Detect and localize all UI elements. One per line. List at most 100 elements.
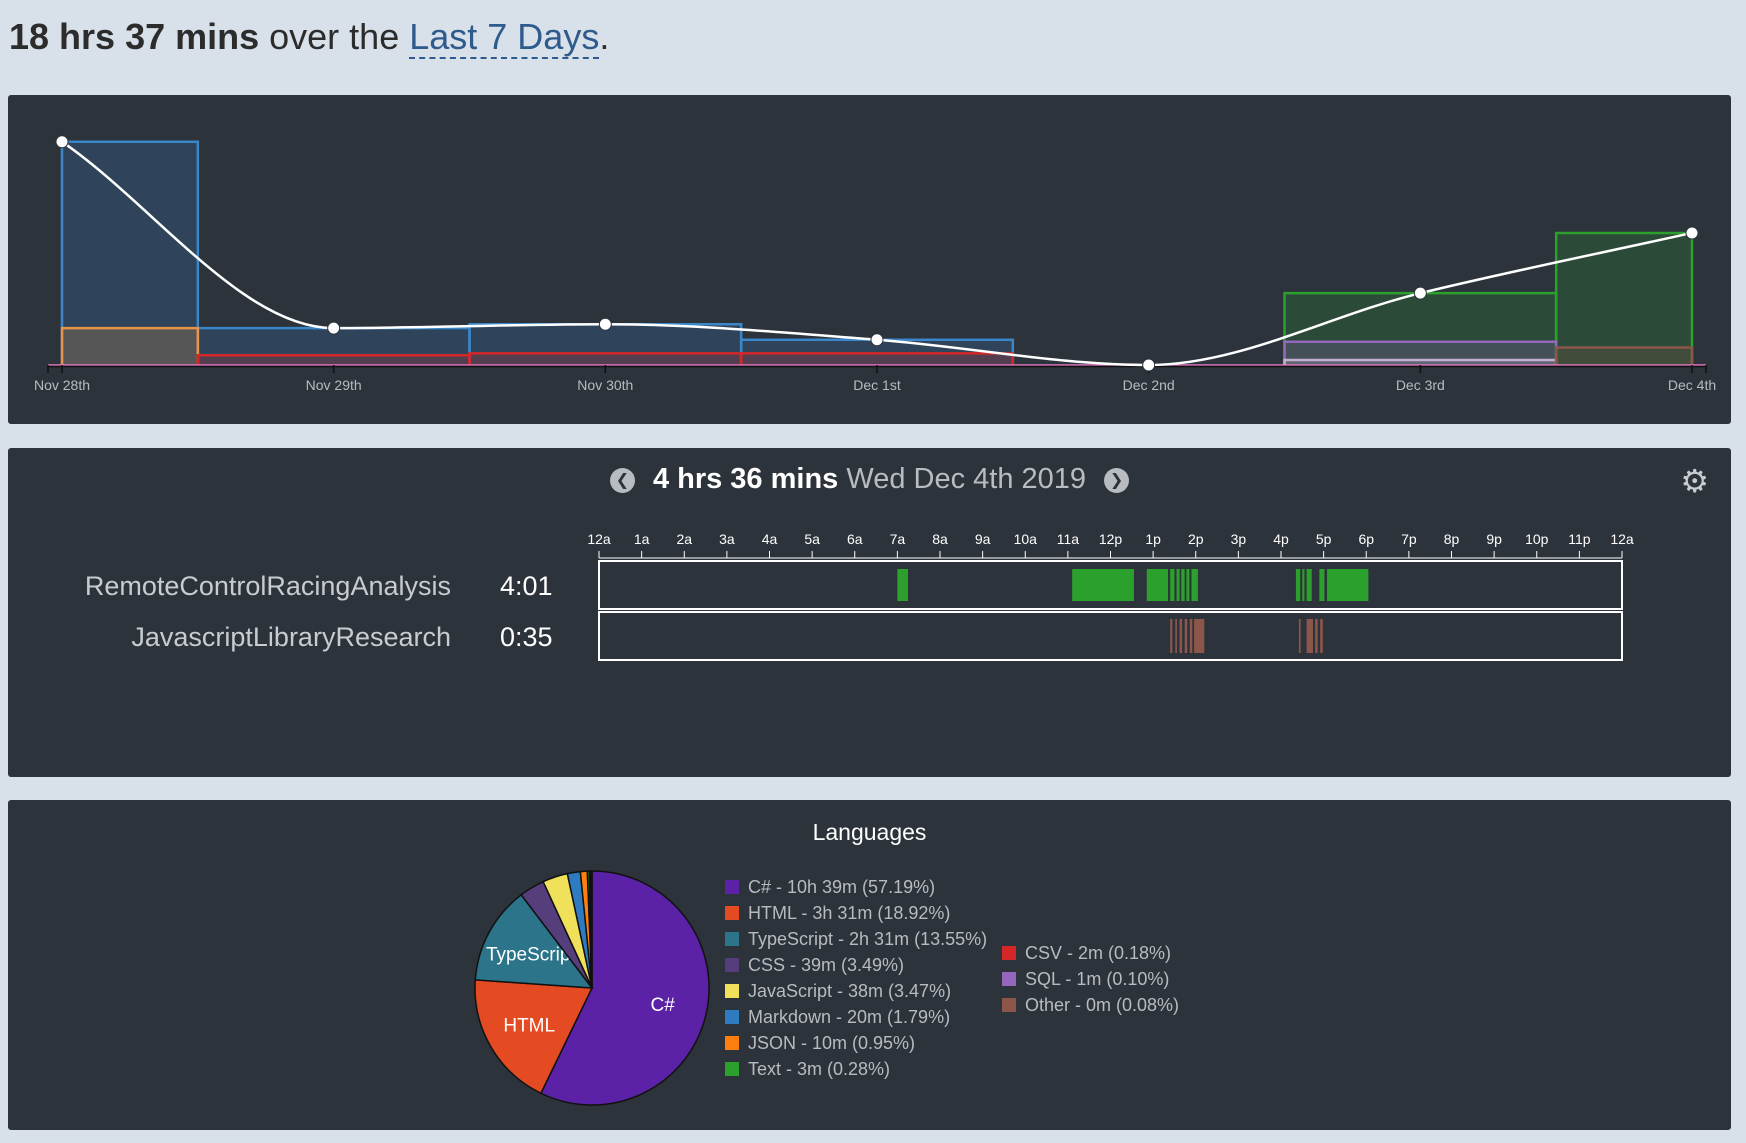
total-time-point[interactable] bbox=[55, 135, 69, 149]
total-time-point[interactable] bbox=[1413, 286, 1427, 300]
series-step-6 bbox=[1554, 346, 1694, 365]
date-range-link[interactable]: Last 7 Days bbox=[409, 16, 600, 59]
legend-swatch bbox=[725, 906, 739, 920]
series-step-1 bbox=[60, 326, 200, 365]
activity-segment[interactable] bbox=[1176, 569, 1180, 601]
hour-label: 2a bbox=[676, 531, 692, 547]
activity-segment[interactable] bbox=[1175, 619, 1177, 653]
legend-swatch bbox=[1002, 998, 1016, 1012]
project-row-timeline bbox=[598, 611, 1623, 661]
activity-segment[interactable] bbox=[1146, 569, 1169, 601]
legend-swatch bbox=[725, 1036, 739, 1050]
legend-item[interactable]: CSS - 39m (3.49%) bbox=[725, 955, 904, 976]
activity-segment[interactable] bbox=[1191, 569, 1198, 601]
activity-segment[interactable] bbox=[1170, 569, 1175, 601]
x-tick-label: Nov 29th bbox=[306, 377, 362, 393]
hour-label: 9a bbox=[975, 531, 991, 547]
legend-item[interactable]: TypeScript - 2h 31m (13.55%) bbox=[725, 929, 987, 950]
legend-label: HTML - 3h 31m (18.92%) bbox=[748, 903, 951, 923]
activity-segment[interactable] bbox=[1302, 569, 1305, 601]
hour-label: 6p bbox=[1358, 531, 1374, 547]
step-area bbox=[1556, 347, 1692, 365]
legend-item[interactable]: SQL - 1m (0.10%) bbox=[1002, 969, 1169, 990]
x-tick-label: Dec 4th bbox=[1668, 377, 1716, 393]
hour-label: 4p bbox=[1273, 531, 1289, 547]
series-step-2 bbox=[196, 352, 1015, 365]
legend-item[interactable]: Text - 3m (0.28%) bbox=[725, 1059, 890, 1080]
total-time-point[interactable] bbox=[1685, 226, 1699, 240]
hour-label: 7a bbox=[890, 531, 906, 547]
legend-label: Other - 0m (0.08%) bbox=[1025, 995, 1180, 1015]
total-time-point[interactable] bbox=[327, 321, 341, 335]
activity-segment[interactable] bbox=[1315, 619, 1318, 653]
legend-label: JSON - 10m (0.95%) bbox=[748, 1033, 916, 1053]
legend-item[interactable]: HTML - 3h 31m (18.92%) bbox=[725, 903, 950, 924]
x-tick-label: Nov 30th bbox=[577, 377, 633, 393]
legend-label: CSV - 2m (0.18%) bbox=[1025, 943, 1172, 963]
legend-swatch bbox=[1002, 946, 1016, 960]
activity-segment[interactable] bbox=[1072, 569, 1134, 601]
step-area bbox=[197, 355, 470, 365]
pie-slice-label: TypeScrip bbox=[486, 945, 570, 966]
legend-swatch bbox=[725, 958, 739, 972]
hour-label: 12p bbox=[1099, 531, 1123, 547]
hour-label: 5p bbox=[1316, 531, 1332, 547]
activity-segment[interactable] bbox=[1189, 619, 1193, 653]
hour-label: 4a bbox=[762, 531, 778, 547]
activity-segment[interactable] bbox=[1170, 619, 1173, 653]
legend-item[interactable]: C# - 10h 39m (57.19%) bbox=[725, 877, 935, 898]
activity-segment[interactable] bbox=[1306, 619, 1313, 653]
legend-swatch bbox=[725, 1062, 739, 1076]
total-time-point[interactable] bbox=[870, 333, 884, 347]
step-area bbox=[741, 353, 1013, 365]
hour-label: 2p bbox=[1188, 531, 1204, 547]
step-area bbox=[469, 353, 742, 365]
pie-slice-label: C# bbox=[651, 995, 676, 1016]
legend-label: Text - 3m (0.28%) bbox=[748, 1059, 891, 1079]
activity-segment[interactable] bbox=[1186, 569, 1190, 601]
activity-segment[interactable] bbox=[897, 569, 909, 601]
legend-swatch bbox=[1002, 972, 1016, 986]
weekly-activity-chart: Nov 28th Nov 29th Nov 30th Dec 1st Dec 2nd De… bbox=[34, 135, 1716, 393]
activity-segment[interactable] bbox=[1194, 619, 1205, 653]
total-time-point[interactable] bbox=[1142, 358, 1156, 372]
legend-label: TypeScript - 2h 31m (13.55%) bbox=[748, 929, 988, 949]
activity-segment[interactable] bbox=[1320, 619, 1323, 653]
activity-segment[interactable] bbox=[1181, 569, 1185, 601]
legend-label: JavaScript - 38m (3.47%) bbox=[748, 981, 952, 1001]
activity-segment[interactable] bbox=[1306, 569, 1312, 601]
timeline-chart: 12a 1a 2a 3a 4a 5a 6a 7a 8a 9a 10a 11a 12p 1p 2p 3p 4p 5p… bbox=[587, 531, 1634, 661]
hour-label: 1a bbox=[634, 531, 650, 547]
activity-segment[interactable] bbox=[1327, 569, 1369, 601]
x-tick-label: Dec 2nd bbox=[1123, 377, 1175, 393]
hour-label: 8a bbox=[932, 531, 948, 547]
hour-label: 1p bbox=[1145, 531, 1161, 547]
activity-segment[interactable] bbox=[1319, 569, 1325, 601]
weekly-activity-panel: Nov 28th Nov 29th Nov 30th Dec 1st Dec 2nd De… bbox=[8, 95, 1731, 424]
legend-label: CSS - 39m (3.49%) bbox=[748, 955, 905, 975]
hour-label: 12a bbox=[1610, 531, 1634, 547]
x-tick-label: Nov 28th bbox=[34, 377, 90, 393]
hour-label: 3a bbox=[719, 531, 735, 547]
activity-segment[interactable] bbox=[1179, 619, 1183, 653]
activity-segment[interactable] bbox=[1298, 619, 1301, 653]
x-tick-label: Dec 3rd bbox=[1396, 377, 1445, 393]
legend-item[interactable]: JavaScript - 38m (3.47%) bbox=[725, 981, 951, 1002]
pie-slice[interactable] bbox=[590, 870, 593, 989]
legend-item[interactable]: Other - 0m (0.08%) bbox=[1002, 995, 1179, 1016]
pie-slice-label: HTML bbox=[503, 1015, 555, 1036]
legend-swatch bbox=[725, 984, 739, 998]
activity-segment[interactable] bbox=[1184, 619, 1188, 653]
step-area bbox=[1556, 232, 1692, 365]
hour-label: 11p bbox=[1568, 531, 1591, 547]
hour-label: 7p bbox=[1401, 531, 1417, 547]
legend-item[interactable]: JSON - 10m (0.95%) bbox=[725, 1033, 915, 1054]
step-area bbox=[62, 328, 198, 365]
legend-label: C# - 10h 39m (57.19%) bbox=[748, 877, 936, 897]
legend-item[interactable]: Markdown - 20m (1.79%) bbox=[725, 1007, 950, 1028]
hour-label: 9p bbox=[1486, 531, 1502, 547]
series-step-0 bbox=[60, 140, 1015, 365]
legend-item[interactable]: CSV - 2m (0.18%) bbox=[1002, 943, 1171, 964]
activity-segment[interactable] bbox=[1295, 569, 1301, 601]
total-time-point[interactable] bbox=[598, 317, 612, 331]
